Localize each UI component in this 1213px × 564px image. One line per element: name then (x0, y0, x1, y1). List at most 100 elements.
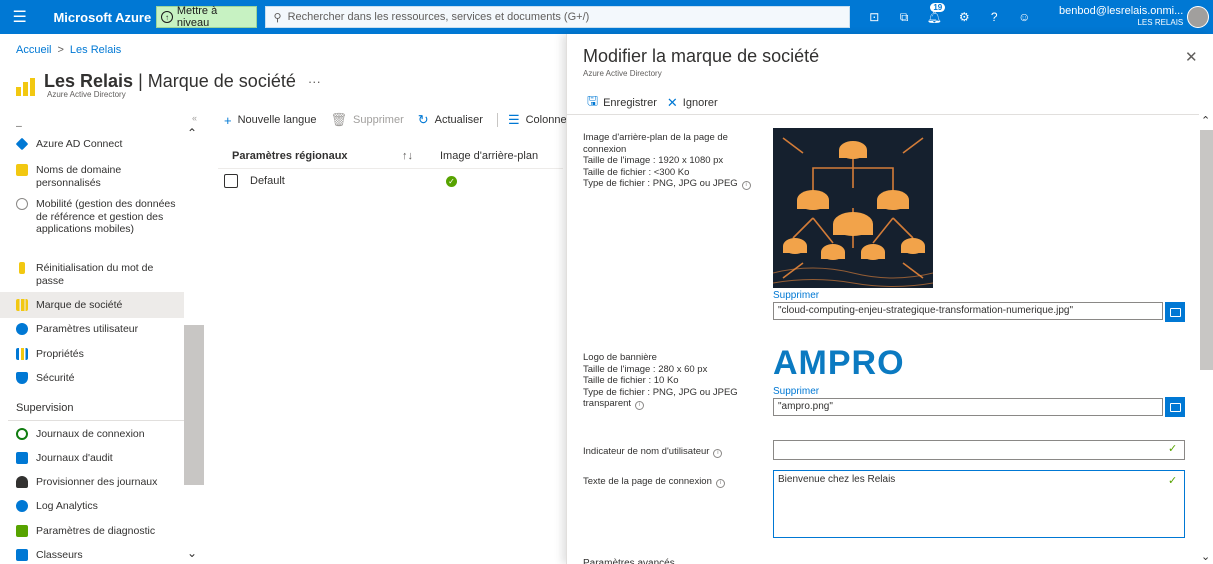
panel-title: Modifier la marque de société (583, 46, 820, 66)
audit-logs-icon (16, 452, 28, 464)
upgrade-icon: ↑ (161, 11, 173, 23)
ad-connect-icon (15, 137, 29, 151)
scroll-up-icon[interactable]: ⌃ (1201, 114, 1210, 127)
column-header-background[interactable]: Image d'arrière-plan (440, 150, 538, 162)
avatar[interactable] (1187, 6, 1209, 28)
signin-text-label: Texte de la page de connexion i (583, 476, 763, 488)
search-icon: ⚲ (273, 11, 282, 24)
scroll-down-icon[interactable]: ⌄ (187, 546, 197, 560)
discard-button[interactable]: ✕ Ignorer (667, 95, 718, 111)
breadcrumb: Accueil > Les Relais (16, 44, 121, 56)
provisioning-logs-icon (16, 476, 28, 488)
collapse-sidebar-icon[interactable]: « (192, 113, 197, 123)
sidebar-item-label: Classeurs (36, 549, 83, 561)
page-subtitle: Azure Active Directory (47, 90, 126, 99)
signin-text-title: Texte de la page de connexion (583, 476, 712, 487)
breadcrumb-home[interactable]: Accueil (16, 44, 51, 56)
sidebar-item-sign-in-logs[interactable]: Journaux de connexion (16, 428, 176, 441)
grid-header: Paramètres régionaux ↑↓ Image d'arrière-… (232, 150, 538, 162)
close-icon[interactable]: ✕ (1185, 48, 1198, 66)
info-icon[interactable]: i (713, 449, 723, 458)
help-icon[interactable]: ? (979, 0, 1009, 34)
column-header-locale[interactable]: Paramètres régionaux (232, 150, 402, 162)
refresh-icon: ↻ (417, 112, 429, 127)
directory-filter-icon[interactable]: ⧉ (889, 0, 919, 34)
signin-text-textarea[interactable]: Bienvenue chez les Relais (773, 470, 1185, 538)
background-image-preview (773, 128, 933, 288)
advanced-settings-heading: Paramètres avancés (583, 558, 675, 564)
browse-folder-icon[interactable] (1165, 302, 1185, 322)
delete-button[interactable]: 🗑︎ Supprimer (330, 112, 403, 128)
logo-label-filesize: Taille de fichier : 10 Ko (583, 375, 679, 386)
sidebar-item-label: Réinitialisation du mot de passe (36, 262, 154, 287)
sidebar-item-properties[interactable]: Propriétés (16, 348, 176, 361)
domain-icon (16, 164, 28, 176)
sidebar-item-security[interactable]: Sécurité (16, 372, 176, 385)
browse-folder-icon[interactable] (1165, 397, 1185, 417)
bg-label-type: Type de fichier : PNG, JPG ou JPEG (583, 178, 738, 189)
notifications-icon[interactable]: 🔔︎ 19 (919, 0, 949, 34)
company-branding-icon (16, 76, 38, 96)
sidebar-item-audit-logs[interactable]: Journaux d'audit (16, 452, 176, 465)
columns-button[interactable]: ☰ Colonnes (508, 112, 572, 128)
sidebar-item-password-reset[interactable]: Réinitialisation du mot de passe (16, 262, 176, 287)
properties-icon (16, 348, 28, 360)
save-button[interactable]: 🖫︎ Enregistrer (587, 92, 657, 114)
logo-file-input[interactable]: "ampro.png" (773, 398, 1163, 416)
search-input[interactable]: ⚲ Rechercher dans les ressources, servic… (264, 6, 851, 28)
sort-icon[interactable]: ↑↓ (402, 150, 440, 162)
page-title-tenant: Les Relais (44, 70, 134, 91)
discard-label: Ignorer (682, 97, 718, 109)
company-branding-icon (16, 299, 28, 311)
remove-logo-link[interactable]: Supprimer (773, 386, 819, 397)
feedback-icon[interactable]: ☺ (1009, 0, 1039, 34)
remove-background-link[interactable]: Supprimer (773, 290, 819, 301)
banner-logo-label: Logo de bannière Taille de l'image : 280… (583, 352, 763, 410)
row-locale[interactable]: Default (250, 175, 446, 187)
info-icon[interactable]: i (715, 479, 725, 488)
info-icon[interactable]: i (741, 181, 751, 190)
plus-icon: + (224, 112, 232, 128)
cloud-shell-icon[interactable]: ⊡ (859, 0, 889, 34)
new-language-button[interactable]: + Nouvelle langue (224, 113, 316, 128)
sidebar-item-workbooks[interactable]: Classeurs (16, 549, 176, 562)
panel-scroll-thumb[interactable] (1200, 130, 1213, 370)
brand-link[interactable]: Microsoft Azure (53, 10, 152, 25)
panel-subtitle: Azure Active Directory (583, 69, 662, 78)
table-row[interactable]: Default ✓ (224, 174, 457, 188)
sidebar-item-label: Paramètres de diagnostic (36, 525, 156, 537)
sidebar-item-ad-connect[interactable]: Azure AD Connect (15, 137, 176, 151)
sidebar-item-label: Propriétés (36, 348, 84, 360)
sidebar-item-user-settings[interactable]: Paramètres utilisateur (16, 323, 176, 336)
diagnostic-settings-icon (16, 525, 28, 537)
sidebar-scroll-thumb[interactable] (184, 325, 204, 485)
logo-label-size: Taille de l'image : 280 x 60 px (583, 363, 708, 375)
username-hint-input[interactable] (773, 440, 1185, 460)
refresh-button[interactable]: ↻ Actualiser (418, 112, 483, 128)
scroll-down-icon[interactable]: ⌄ (1201, 550, 1210, 563)
settings-icon[interactable]: ⚙ (949, 0, 979, 34)
sidebar-item-provisioning-logs[interactable]: Provisionner des journaux (16, 476, 176, 489)
upgrade-button[interactable]: ↑ Mettre à niveau (156, 5, 257, 29)
user-email: benbod@lesrelais.onmi... (1058, 5, 1184, 17)
scroll-up-icon[interactable]: ⌃ (187, 126, 197, 140)
info-icon[interactable]: i (635, 401, 645, 410)
sidebar-item-custom-domains[interactable]: Noms de domaine personnalisés (16, 164, 176, 189)
sidebar-item-label: Marque de société (36, 298, 123, 311)
cloud-network-image (773, 128, 933, 288)
sidebar-item-log-analytics[interactable]: Log Analytics (16, 500, 176, 513)
sidebar-item-mobility[interactable]: Mobilité (gestion des données de référen… (16, 198, 176, 236)
row-checkbox[interactable] (224, 174, 238, 188)
top-bar: ☰ Microsoft Azure ↑ Mettre à niveau ⚲ Re… (0, 0, 1213, 34)
more-options-icon[interactable]: ··· (308, 74, 321, 89)
menu-icon[interactable]: ☰ (0, 0, 39, 34)
save-label: Enregistrer (603, 97, 657, 109)
sidebar-item-company-branding[interactable]: Marque de société (0, 292, 184, 318)
page-title-section: Marque de société (147, 70, 296, 91)
account-menu[interactable]: benbod@lesrelais.onmi... LES RELAIS (1049, 5, 1183, 29)
breadcrumb-current[interactable]: Les Relais (70, 44, 121, 56)
background-file-input[interactable]: "cloud-computing-enjeu-strategique-trans… (773, 302, 1163, 320)
sidebar-divider (8, 420, 184, 421)
sidebar-item-label: Provisionner des journaux (36, 476, 158, 488)
sidebar-item-diagnostic-settings[interactable]: Paramètres de diagnostic (16, 525, 176, 538)
